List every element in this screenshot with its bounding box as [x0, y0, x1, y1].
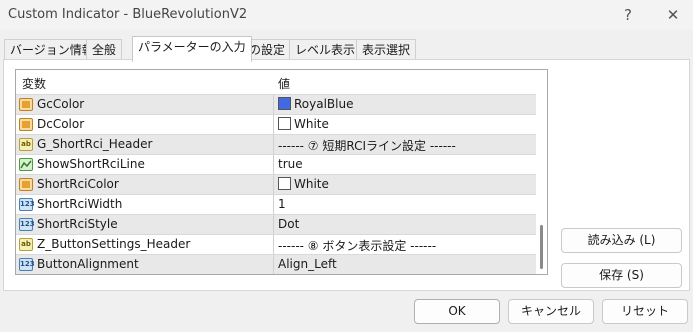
- parameter-value-text: ------ ⑦ 短期RCIライン設定 ------: [278, 139, 456, 153]
- color-swatch[interactable]: [278, 97, 291, 110]
- tab-levels[interactable]: レベル表示: [289, 39, 362, 61]
- table-row[interactable]: ShowShortRciLine true: [16, 154, 536, 175]
- parameter-value-text: 1: [278, 197, 286, 211]
- parameter-value-text: true: [278, 157, 303, 171]
- parameter-value-text: White: [294, 177, 329, 191]
- column-divider: [273, 155, 274, 175]
- tab-bar: バージョン情報 全般 パラメーターの入力 色の設定 レベル表示 表示選択: [0, 36, 693, 62]
- tab-visualization[interactable]: 表示選択: [356, 39, 417, 61]
- parameter-name: GcColor: [37, 97, 85, 111]
- column-divider: [273, 175, 274, 195]
- grid-header: 変数 値: [16, 70, 536, 94]
- parameter-value-text: RoyalBlue: [294, 97, 354, 111]
- parameter-name: DcColor: [37, 117, 85, 131]
- parameter-value[interactable]: ------ ⑦ 短期RCIライン設定 ------: [278, 137, 456, 154]
- column-divider: [273, 135, 274, 155]
- tab-general[interactable]: 全般: [86, 39, 123, 61]
- parameter-value[interactable]: 1: [278, 197, 286, 211]
- parameters-grid: 変数 値 GcColor RoyalBlue DcColor White ab G_Sho…: [15, 69, 548, 275]
- parameter-value[interactable]: ------ ⑧ ボタン表示設定 ------: [278, 237, 436, 254]
- parameter-name: ShortRciColor: [37, 177, 119, 191]
- parameter-value-text: ------ ⑧ ボタン表示設定 ------: [278, 239, 437, 253]
- color-swatch[interactable]: [278, 117, 291, 130]
- cancel-button[interactable]: キャンセル: [508, 299, 594, 324]
- tab-parameters[interactable]: パラメーターの入力: [132, 36, 252, 62]
- parameter-name: G_ShortRci_Header: [37, 137, 153, 151]
- column-divider: [273, 115, 274, 135]
- save-button[interactable]: 保存 (S): [561, 263, 682, 288]
- window-title: Custom Indicator - BlueRevolutionV2: [8, 7, 248, 22]
- color-palette-icon: [19, 98, 33, 111]
- column-divider: [273, 195, 274, 215]
- reset-button[interactable]: リセット: [602, 299, 688, 324]
- parameter-name: ShowShortRciLine: [37, 157, 145, 171]
- parameter-value-text: White: [294, 117, 329, 131]
- string-type-icon: ab: [19, 138, 33, 151]
- parameter-name: ShortRciStyle: [37, 217, 118, 231]
- column-header-variable: 変数: [22, 77, 47, 91]
- parameter-value[interactable]: Align_Left: [278, 257, 337, 271]
- table-row[interactable]: 123 ShortRciStyle Dot: [16, 214, 536, 235]
- parameter-value[interactable]: RoyalBlue: [278, 97, 353, 111]
- ok-button[interactable]: OK: [414, 299, 500, 324]
- parameter-value[interactable]: Dot: [278, 217, 299, 231]
- parameter-value[interactable]: White: [278, 117, 329, 131]
- parameter-value[interactable]: true: [278, 157, 303, 171]
- integer-type-icon: 123: [19, 198, 35, 211]
- table-row[interactable]: ShortRciColor White: [16, 174, 536, 195]
- table-row[interactable]: ab G_ShortRci_Header ------ ⑦ 短期RCIライン設定 -…: [16, 134, 536, 155]
- scrollbar-thumb[interactable]: [540, 225, 543, 269]
- color-palette-icon: [19, 178, 33, 191]
- table-row[interactable]: ab Z_ButtonSettings_Header ------ ⑧ ボタン表示設…: [16, 234, 536, 255]
- help-button[interactable]: ?: [614, 4, 642, 26]
- parameter-value-text: Dot: [278, 217, 300, 231]
- load-button[interactable]: 読み込み (L): [561, 228, 682, 253]
- table-row[interactable]: 123 ShortRciWidth 1: [16, 194, 536, 215]
- column-header-value: 値: [278, 77, 291, 91]
- column-divider: [273, 95, 274, 115]
- table-row[interactable]: 123 ButtonAlignment Align_Left: [16, 254, 536, 274]
- title-bar: Custom Indicator - BlueRevolutionV2 ? ✕: [0, 0, 693, 30]
- column-divider: [273, 255, 274, 274]
- parameter-name: Z_ButtonSettings_Header: [37, 237, 191, 251]
- string-type-icon: ab: [19, 238, 33, 251]
- integer-type-icon: 123: [19, 258, 35, 271]
- column-divider: [273, 235, 274, 255]
- parameter-name: ButtonAlignment: [37, 257, 139, 271]
- color-palette-icon: [19, 118, 33, 131]
- close-button[interactable]: ✕: [659, 4, 687, 26]
- line-style-icon: [19, 158, 33, 171]
- integer-type-icon: 123: [19, 218, 35, 231]
- color-swatch[interactable]: [278, 177, 291, 190]
- parameter-name: ShortRciWidth: [37, 197, 123, 211]
- vertical-scrollbar[interactable]: [536, 70, 547, 274]
- table-row[interactable]: DcColor White: [16, 114, 536, 135]
- column-divider: [273, 215, 274, 235]
- table-row[interactable]: GcColor RoyalBlue: [16, 94, 536, 115]
- parameter-value-text: Align_Left: [278, 257, 337, 271]
- parameter-value[interactable]: White: [278, 177, 329, 191]
